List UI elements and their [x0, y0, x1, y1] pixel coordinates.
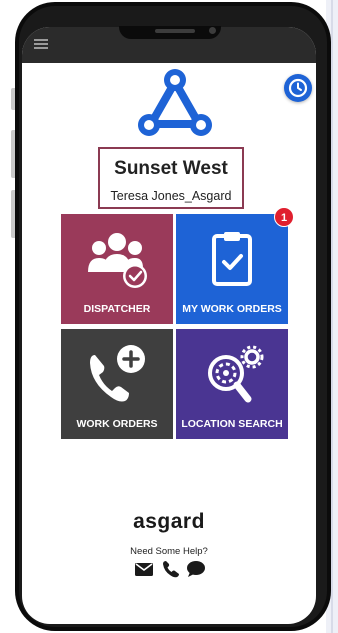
envelope-icon[interactable] [134, 560, 154, 578]
clock-icon [288, 78, 308, 98]
work-orders-label: WORK ORDERS [76, 418, 158, 430]
history-button[interactable] [284, 74, 312, 102]
brand-logo-text: asgard [133, 510, 205, 533]
chat-icon[interactable] [186, 560, 206, 578]
team-check-icon [88, 233, 147, 288]
phone-camera [209, 27, 216, 34]
phone-plus-icon [90, 345, 145, 402]
help-text: Need Some Help? [130, 546, 208, 557]
site-info-box[interactable]: Sunset West Teresa Jones_Asgard [98, 147, 244, 209]
location-search-label: LOCATION SEARCH [181, 418, 283, 430]
user-name: Teresa Jones_Asgard [110, 189, 232, 203]
work-order-count-badge: 1 [274, 207, 294, 227]
tri-node-logo [138, 69, 212, 136]
my-work-orders-tile[interactable]: MY WORK ORDERS [176, 214, 288, 324]
app-screen: Sunset West Teresa Jones_Asgard DISPATCH… [22, 27, 316, 624]
location-search-tile[interactable]: LOCATION SEARCH [176, 329, 288, 439]
my-work-orders-label: MY WORK ORDERS [182, 303, 282, 315]
hamburger-icon[interactable] [34, 39, 48, 49]
dispatcher-tile[interactable]: DISPATCHER [61, 214, 173, 324]
clipboard-check-icon [212, 232, 252, 286]
site-name: Sunset West [114, 158, 228, 179]
contact-icons [134, 560, 206, 578]
work-orders-tile[interactable]: WORK ORDERS [61, 329, 173, 439]
search-gear-icon [208, 345, 264, 403]
phone-icon[interactable] [162, 560, 180, 578]
phone-speaker [155, 29, 195, 33]
dispatcher-label: DISPATCHER [83, 303, 151, 315]
